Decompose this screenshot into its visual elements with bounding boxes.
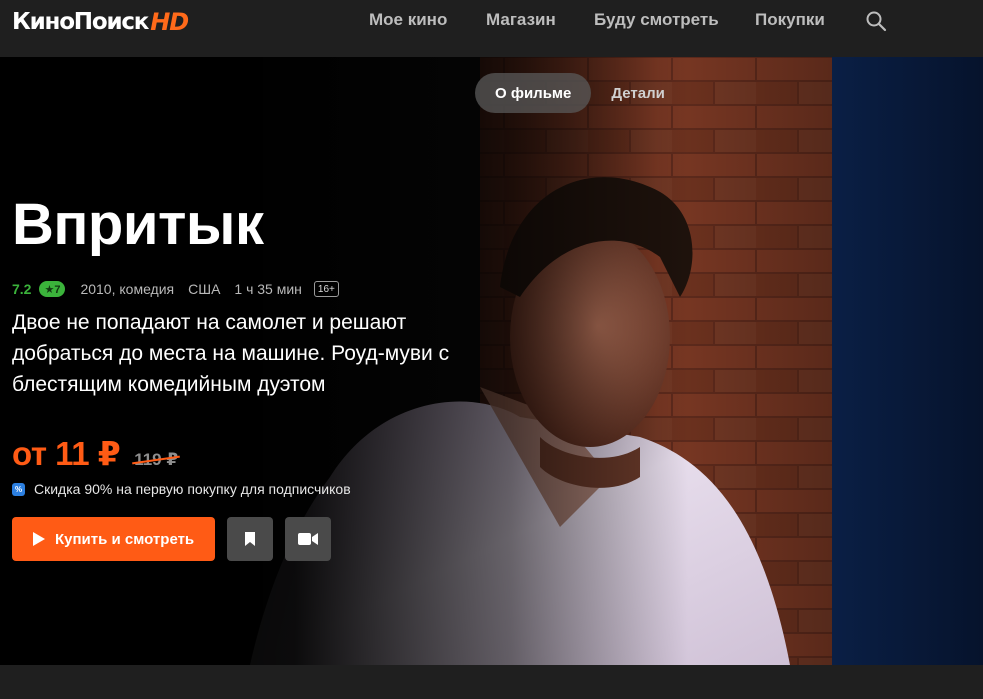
movie-title: Впритык xyxy=(12,192,264,257)
year-genre: 2010, комедия xyxy=(80,281,175,297)
logo-hd: HD xyxy=(150,8,189,36)
nav-watchlist[interactable]: Буду смотреть xyxy=(594,10,719,30)
detail-tabs: О фильме Детали xyxy=(475,73,665,113)
tab-details[interactable]: Детали xyxy=(611,85,664,102)
video-camera-icon xyxy=(298,533,318,545)
score-badge: ★7 xyxy=(39,281,66,297)
top-header: КиноПоиск HD Мое кино Магазин Буду смотр… xyxy=(0,0,983,57)
price-block: от 11 ₽ 119 ₽ xyxy=(12,434,181,473)
search-icon[interactable] xyxy=(865,10,887,32)
age-rating-badge: 16+ xyxy=(313,281,339,297)
buy-button-label: Купить и смотреть xyxy=(55,530,195,548)
percent-icon: % xyxy=(12,482,25,496)
old-price: 119 ₽ xyxy=(132,450,181,470)
nav-shop[interactable]: Магазин xyxy=(486,10,556,30)
duration: 1 ч 35 мин xyxy=(234,281,302,297)
buy-and-watch-button[interactable]: Купить и смотреть xyxy=(12,517,215,561)
play-icon xyxy=(33,532,45,546)
logo-text: КиноПоиск xyxy=(12,9,149,35)
country: США xyxy=(188,281,221,297)
nav-my-movies[interactable]: Мое кино xyxy=(369,10,447,30)
nav-purchases[interactable]: Покупки xyxy=(755,10,825,30)
current-price: от 11 ₽ xyxy=(12,435,121,472)
bookmark-button[interactable] xyxy=(227,517,273,561)
tab-about-film[interactable]: О фильме xyxy=(475,73,592,113)
movie-description: Двое не попадают на самолет и решают доб… xyxy=(12,311,450,396)
discount-note: % Скидка 90% на первую покупку для подпи… xyxy=(12,481,351,497)
discount-text: Скидка 90% на первую покупку для подписч… xyxy=(34,481,351,497)
bookmark-icon xyxy=(245,532,255,546)
trailer-button[interactable] xyxy=(285,517,331,561)
movie-meta: 7.2 ★7 2010, комедия США 1 ч 35 мин 16+ xyxy=(12,279,339,299)
rating-value: 7.2 xyxy=(12,281,32,297)
kinopoisk-hd-logo[interactable]: КиноПоиск HD xyxy=(12,6,189,38)
